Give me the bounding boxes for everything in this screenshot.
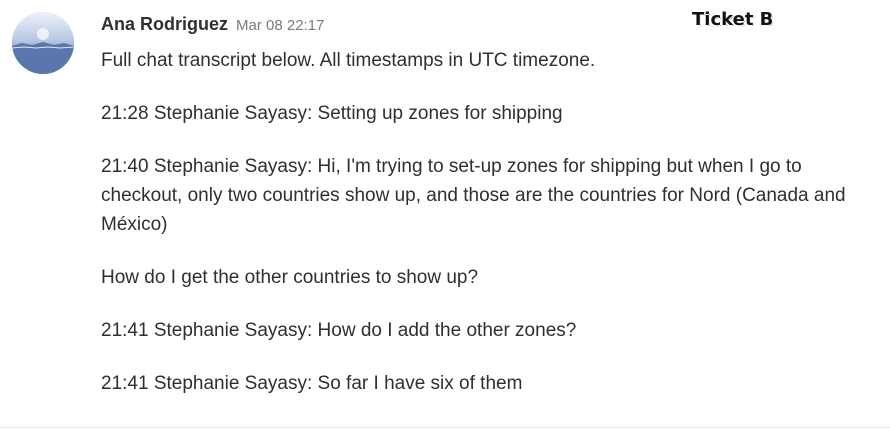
message-line-6: 21:41 Stephanie Sayasy: So far I have si… xyxy=(101,373,523,394)
message-divider xyxy=(0,427,890,428)
message-timestamp: Mar 08 22:17 xyxy=(236,17,325,34)
user-avatar-icon[interactable] xyxy=(12,12,74,74)
chat-message: Ana Rodriguez Mar 08 22:17 Full chat tra… xyxy=(101,14,861,422)
message-line-3: 21:40 Stephanie Sayasy: Hi, I'm trying t… xyxy=(101,156,846,235)
message-body: Full chat transcript below. All timestam… xyxy=(101,46,861,398)
author-name[interactable]: Ana Rodriguez xyxy=(101,14,228,35)
message-line-5: 21:41 Stephanie Sayasy: How do I add the… xyxy=(101,320,577,341)
ticket-label: Ticket B xyxy=(692,9,774,30)
message-line-1: Full chat transcript below. All timestam… xyxy=(101,50,596,71)
message-line-2: 21:28 Stephanie Sayasy: Setting up zones… xyxy=(101,103,563,124)
chat-message-page: Ana Rodriguez Mar 08 22:17 Full chat tra… xyxy=(0,0,890,430)
message-line-4: How do I get the other countries to show… xyxy=(101,267,479,288)
